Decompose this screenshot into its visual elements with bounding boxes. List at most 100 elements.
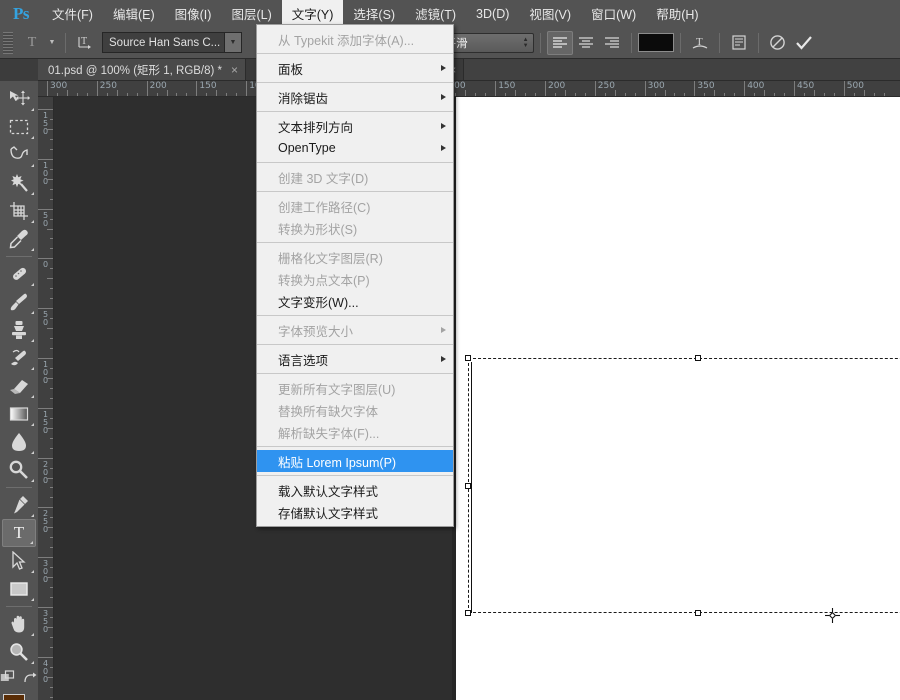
menu-item-14[interactable]: 替换所有缺欠字体 [257, 399, 453, 421]
menubar-item-0[interactable]: 文件(F) [42, 0, 103, 27]
ruler-tick [495, 81, 497, 96]
handle-top-center[interactable] [695, 355, 701, 361]
clone-stamp-tool[interactable] [2, 316, 36, 344]
close-icon[interactable]: × [231, 63, 238, 77]
menu-item-5[interactable]: 创建 3D 文字(D) [257, 166, 453, 188]
menu-item-8[interactable]: 栅格化文字图层(R) [257, 246, 453, 268]
menu-item-17[interactable]: 载入默认文字样式 [257, 479, 453, 501]
menu-item-16[interactable]: 粘贴 Lorem Ipsum(P) [257, 450, 453, 472]
hand-tool[interactable] [2, 610, 36, 638]
handle-top-left[interactable] [465, 355, 471, 361]
ruler-minor-tick [47, 477, 53, 479]
swap-colors-icon[interactable] [23, 671, 38, 684]
menu-item-label: 消除锯齿 [278, 91, 329, 106]
foreground-color-swatch[interactable] [3, 694, 25, 700]
align-center-button[interactable] [573, 31, 599, 55]
ruler-tick [38, 158, 53, 160]
align-left-button[interactable] [546, 30, 573, 55]
horizontal-ruler[interactable]: 3002502001501005005010015020025030035040… [38, 81, 900, 97]
history-brush-tool[interactable] [2, 344, 36, 372]
dodge-tool[interactable] [2, 456, 36, 484]
menu-item-0[interactable]: 从 Typekit 添加字体(A)... [257, 28, 453, 50]
brush-tool[interactable] [2, 288, 36, 316]
font-family-select[interactable]: Source Han Sans C... ▼ [102, 32, 242, 53]
gradient-tool[interactable] [2, 400, 36, 428]
menu-separator [257, 162, 453, 163]
document-canvas[interactable] [456, 97, 900, 700]
menu-item-6[interactable]: 创建工作路径(C) [257, 195, 453, 217]
current-tool-icon[interactable]: T [19, 31, 45, 55]
marquee-tool[interactable] [2, 113, 36, 141]
eyedropper-tool[interactable] [2, 225, 36, 253]
menu-item-1[interactable]: 面板 [257, 57, 453, 79]
spinner-icon[interactable]: ▲ ▼ [519, 37, 533, 49]
vertical-ruler[interactable]: 1 5 01 0 05 005 01 0 01 5 02 0 02 5 03 0… [38, 97, 54, 700]
menu-item-18[interactable]: 存储默认文字样式 [257, 501, 453, 523]
blur-tool[interactable] [2, 428, 36, 456]
pen-tool[interactable] [2, 491, 36, 519]
divider [757, 32, 759, 53]
menubar-item-5[interactable]: 选择(S) [343, 0, 405, 27]
options-bar-grip[interactable] [3, 31, 13, 54]
menubar-item-2[interactable]: 图像(I) [165, 0, 222, 27]
menubar-item-4[interactable]: 文字(Y) [281, 0, 344, 27]
lasso-tool[interactable] [2, 141, 36, 169]
text-caret [471, 362, 472, 613]
menubar-item-8[interactable]: 视图(V) [519, 0, 581, 27]
menu-item-12[interactable]: 语言选项 [257, 348, 453, 370]
chevron-down-icon[interactable]: ▼ [224, 33, 241, 52]
ruler-minor-tick [664, 90, 666, 96]
text-bounding-box[interactable] [465, 355, 900, 616]
screen-mode-icon[interactable] [0, 670, 15, 684]
menu-separator [257, 82, 453, 83]
toggle-panels-icon[interactable] [726, 31, 752, 55]
healing-brush-tool[interactable] [2, 260, 36, 288]
text-menu-dropdown[interactable]: 从 Typekit 添加字体(A)... 面板消除锯齿文本排列方向 OpenType… [256, 24, 454, 527]
rectangle-tool[interactable] [2, 575, 36, 603]
cancel-icon[interactable] [765, 31, 791, 55]
menubar-item-6[interactable]: 滤镜(T) [405, 0, 466, 27]
crop-tool[interactable] [2, 197, 36, 225]
menubar-item-3[interactable]: 图层(L) [221, 0, 281, 27]
ruler-minor-tick [813, 90, 815, 96]
menu-item-13[interactable]: 更新所有文字图层(U) [257, 377, 453, 399]
menubar-item-1[interactable]: 编辑(E) [103, 0, 165, 27]
type-tool[interactable]: T [2, 519, 36, 547]
ruler-tick [38, 607, 53, 608]
ruler-tick [246, 81, 248, 96]
text-color-swatch[interactable] [637, 33, 674, 52]
document-tab-0[interactable]: 01.psd @ 100% (矩形 1, RGB/8) * × [38, 59, 247, 80]
menu-item-3[interactable]: 文本排列方向 [257, 115, 453, 137]
menubar-item-10[interactable]: 帮助(H) [646, 0, 708, 27]
color-swatches[interactable] [2, 694, 36, 700]
align-right-button[interactable] [599, 31, 625, 55]
submenu-arrow-icon [441, 123, 446, 129]
handle-bottom-left[interactable] [465, 610, 471, 616]
menu-item-label: 转换为形状(S) [278, 222, 358, 237]
zoom-tool[interactable] [2, 638, 36, 666]
ruler-label: 450 [797, 81, 815, 91]
menu-item-11[interactable]: 字体预览大小 [257, 319, 453, 341]
menu-item-2[interactable]: 消除锯齿 [257, 86, 453, 108]
eraser-tool[interactable] [2, 372, 36, 400]
menu-item-7[interactable]: 转换为形状(S) [257, 217, 453, 239]
ruler-label: 400 [747, 81, 765, 91]
path-selection-tool[interactable] [2, 547, 36, 575]
tool-preset-chevron-icon[interactable]: ▼ [45, 32, 59, 54]
canvas-area[interactable] [54, 97, 900, 700]
ruler-minor-tick [47, 278, 53, 280]
warp-text-icon[interactable]: T [687, 31, 713, 55]
menu-item-4[interactable]: OpenType [257, 137, 453, 159]
handle-middle-left[interactable] [465, 482, 471, 489]
text-orientation-icon[interactable]: T [72, 31, 98, 55]
commit-icon[interactable] [791, 31, 817, 55]
move-tool[interactable] [2, 85, 36, 113]
magic-wand-tool[interactable] [2, 169, 36, 197]
ruler-minor-tick [47, 427, 53, 429]
menu-item-10[interactable]: 文字变形(W)... [257, 290, 453, 312]
handle-bottom-center[interactable] [695, 610, 701, 616]
menu-item-9[interactable]: 转换为点文本(P) [257, 268, 453, 290]
menubar-item-9[interactable]: 窗口(W) [581, 0, 646, 27]
menu-item-15[interactable]: 解析缺失字体(F)... [257, 421, 453, 443]
menubar-item-7[interactable]: 3D(D) [466, 0, 519, 27]
